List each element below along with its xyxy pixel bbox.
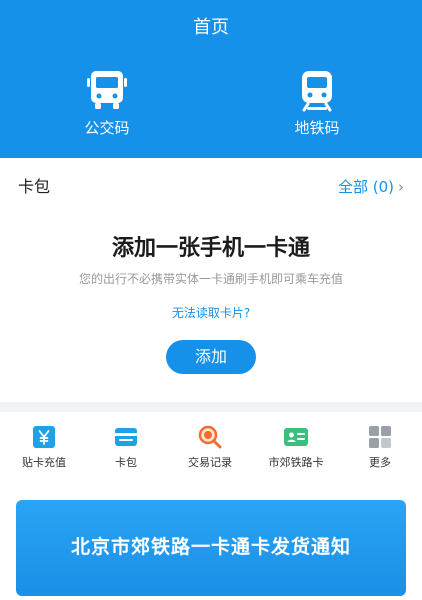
function-card-bag-label: 卡包 <box>115 456 137 469</box>
metro-code-label: 地铁码 <box>294 119 340 137</box>
view-all-link[interactable]: 全部 (0) › <box>338 176 404 198</box>
page-title: 首页 <box>193 17 229 38</box>
grid-icon <box>369 426 391 448</box>
view-all-label: 全部 (0) <box>337 178 394 196</box>
card-bag-title: 卡包 <box>18 177 51 196</box>
function-more-label: 更多 <box>369 456 391 469</box>
function-suburban-rail-card-label: 市郊铁路卡 <box>268 456 324 469</box>
yuan-card-icon <box>33 426 55 448</box>
function-transactions-label: 交易记录 <box>188 456 232 469</box>
search-record-icon <box>198 425 222 449</box>
function-topup[interactable]: 贴卡充值 <box>4 424 84 470</box>
chevron-right-icon: › <box>398 178 404 196</box>
bus-code-button[interactable]: 公交码 <box>47 68 167 138</box>
function-more[interactable]: 更多 <box>340 424 420 470</box>
add-card-title: 添加一张手机一卡通 <box>111 236 310 261</box>
metro-code-button[interactable]: 地铁码 <box>257 68 377 138</box>
id-card-icon <box>284 428 308 446</box>
function-suburban-rail-card[interactable]: 市郊铁路卡 <box>256 424 336 470</box>
function-row: 贴卡充值 卡包 交易记录 市郊铁路卡 更多 <box>0 412 422 484</box>
add-card-subtitle: 您的出行不必携带实体一卡通刷手机即可乘车充值 <box>78 272 343 286</box>
bus-code-label: 公交码 <box>84 119 130 137</box>
add-card-button[interactable]: 添加 <box>166 340 256 374</box>
bus-icon <box>87 71 127 109</box>
function-topup-label: 贴卡充值 <box>22 456 66 469</box>
shipping-notice-banner[interactable]: 北京市郊铁路一卡通卡发货通知 <box>16 500 406 596</box>
wallet-icon <box>115 428 137 446</box>
cannot-read-card-link[interactable]: 无法读取卡片? <box>0 304 422 322</box>
header: 首页 公交码 地铁码 <box>0 0 422 158</box>
card-bag-section: 卡包 全部 (0) › 添加一张手机一卡通 您的出行不必携带实体一卡通刷手机即可乘… <box>0 158 422 402</box>
function-transactions[interactable]: 交易记录 <box>170 424 250 470</box>
banner-section: 北京市郊铁路一卡通卡发货通知 <box>0 484 422 600</box>
banner-text: 北京市郊铁路一卡通卡发货通知 <box>70 536 351 558</box>
function-card-bag[interactable]: 卡包 <box>86 424 166 470</box>
metro-icon <box>302 71 332 112</box>
